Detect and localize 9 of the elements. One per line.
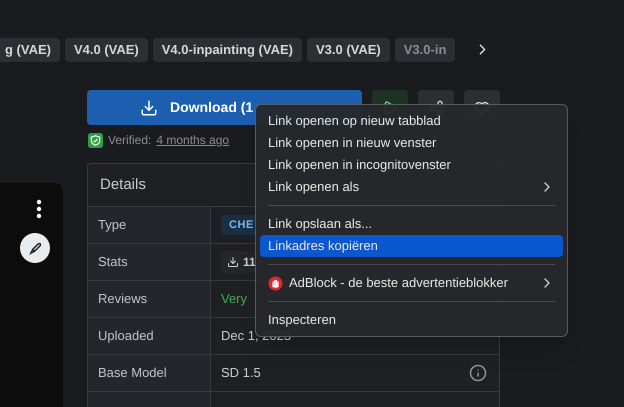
row-label: Base Model	[98, 364, 167, 382]
row-label: Reviews	[98, 290, 148, 308]
verified-label: Verified:	[108, 132, 152, 149]
row-label: Uploaded	[98, 327, 154, 346]
value-text: SD 1.5	[221, 364, 261, 382]
row-label: Type	[98, 216, 126, 234]
review-text: Very	[221, 290, 248, 308]
details-title: Details	[100, 174, 146, 195]
row-label: Stats	[98, 253, 128, 272]
